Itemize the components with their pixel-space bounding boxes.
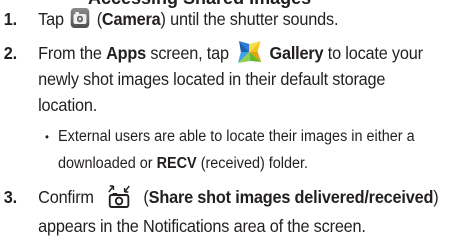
bullet-dot: • (45, 130, 49, 144)
step-3-text: Confirm (Share shot images delivered/rec… (38, 184, 468, 210)
camera-icon (70, 8, 90, 29)
step-1-text: Tap (Camera) until the shutter sounds. (38, 8, 339, 29)
instruction-page: Accessing Shared Images 1. Tap (Camera) … (0, 0, 468, 243)
share-shot-icon (104, 182, 134, 209)
gallery-icon (237, 40, 262, 64)
step-1-number: 1. (3, 9, 17, 29)
step-3-number: 3. (3, 187, 17, 207)
step-2-number: 2. (3, 43, 17, 63)
step-2-text: From the Apps screen, tap Gallery to loc… (38, 40, 468, 66)
